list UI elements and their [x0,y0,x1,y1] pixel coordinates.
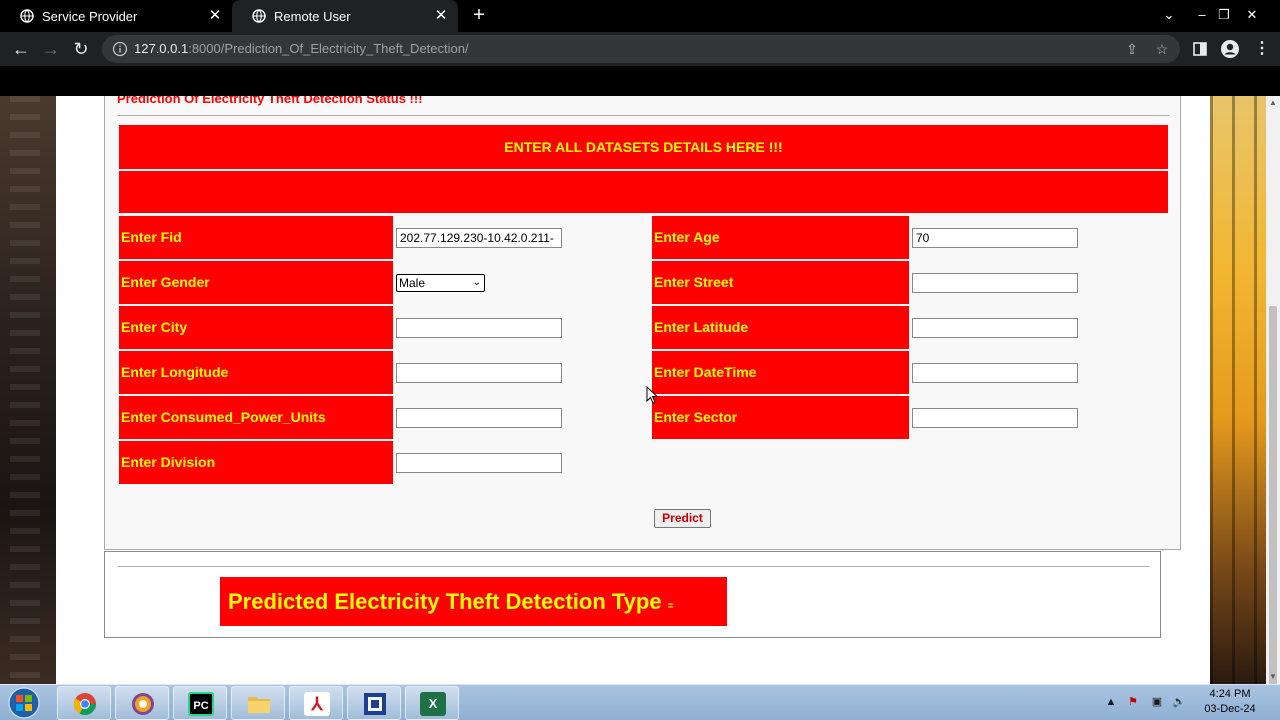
form-header: ENTER ALL DATASETS DETAILS HERE !!! [119,125,1168,169]
taskbar-pycharm[interactable]: PC [173,686,227,720]
predict-button[interactable]: Predict [654,509,711,528]
datetime-label: Enter DateTime [652,351,909,394]
scroll-up-icon[interactable]: ▲ [1268,98,1278,108]
divider [117,115,1169,116]
forward-icon[interactable]: → [38,36,64,62]
age-label: Enter Age [652,216,909,259]
bookmark-star-icon[interactable]: ☆ [1152,39,1172,59]
new-tab-button[interactable]: + [468,4,490,26]
city-label: Enter City [119,306,393,349]
latitude-input[interactable] [912,318,1078,338]
tab-label: Service Provider [42,8,138,24]
tor-browser-icon [132,693,154,715]
street-label: Enter Street [652,261,909,304]
volume-muted-icon[interactable]: 🔈 [1170,693,1188,711]
form-header-spacer [119,171,1168,213]
chevron-down-icon: ⌄ [472,277,481,288]
clock-time: 4:24 PM [1209,688,1251,700]
acrobat-icon: ⅄ [304,692,330,716]
page-viewport: Prediction Of Electricity Theft Detectio… [0,96,1280,684]
taskbar-chrome[interactable] [57,686,111,720]
result-box: Predicted Electricity Theft Detection Ty… [220,577,727,626]
page-scrollbar[interactable]: ▲ ▼ [1266,96,1280,684]
fid-label: Enter Fid [119,216,393,259]
browser-toolbar: ← → ↻ 127.0.0.1:8000/Prediction_Of_Elect… [0,32,1280,66]
reload-icon[interactable]: ↻ [68,36,94,62]
sector-input[interactable] [912,408,1078,428]
scroll-down-icon[interactable]: ▼ [1268,672,1278,682]
page-content: Prediction Of Electricity Theft Detectio… [56,96,1210,684]
url-path: :8000/Prediction_Of_Electricity_Theft_De… [188,41,469,56]
side-panel-icon[interactable] [1188,37,1212,61]
tab-strip: Service Provider ✕ Remote User ✕ + ⌄ – ❐… [0,0,1280,32]
toolbar-divider [0,66,1280,96]
prediction-result-panel: Predicted Electricity Theft Detection Ty… [104,551,1161,638]
minimize-icon[interactable]: – [1192,0,1212,32]
address-bar[interactable]: 127.0.0.1:8000/Prediction_Of_Electricity… [102,35,1180,63]
close-tab-icon[interactable]: ✕ [432,7,450,25]
back-icon[interactable]: ← [8,36,34,62]
menu-kebab-icon[interactable]: ⋮ [1250,37,1274,61]
action-center-icon[interactable]: ⚑ [1124,693,1142,711]
windows-start-icon[interactable] [4,686,44,720]
latitude-label: Enter Latitude [652,306,909,349]
longitude-label: Enter Longitude [119,351,393,394]
folder-icon [248,697,270,713]
sector-label: Enter Sector [652,396,909,439]
close-tab-icon[interactable]: ✕ [206,7,224,25]
system-clock[interactable]: 4:24 PM 03-Dec-24 [1196,687,1264,717]
division-label: Enter Division [119,441,393,484]
network-icon[interactable]: ▣ [1148,693,1166,711]
city-input[interactable] [396,318,562,338]
share-icon[interactable]: ⇪ [1122,39,1142,59]
prediction-form-panel: Prediction Of Electricity Theft Detectio… [104,96,1181,550]
globe-icon [252,9,266,23]
restore-icon[interactable]: ❐ [1214,0,1234,32]
tab-label: Remote User [274,8,351,24]
mouse-pointer-icon [646,386,658,404]
taskbar-excel[interactable]: X [405,686,459,720]
fid-input[interactable] [396,228,562,248]
chrome-icon [74,693,96,715]
divider [117,566,1149,567]
taskbar-file-explorer[interactable] [231,686,285,720]
info-icon[interactable] [112,41,128,57]
taskbar-acrobat[interactable]: ⅄ [289,686,343,720]
excel-icon: X [420,692,446,716]
longitude-input[interactable] [396,363,562,383]
result-label: Predicted Electricity Theft Detection Ty… [228,589,662,614]
gender-label: Enter Gender [119,261,393,304]
taskbar-tor-browser[interactable] [115,686,169,720]
result-value: = [667,601,674,612]
windows-taskbar: PC ⅄ X ▲ ⚑ ▣ 🔈 4:24 PM 03-Dec-24 [0,684,1280,720]
consumed-power-units-input[interactable] [396,408,562,428]
street-input[interactable] [912,273,1078,293]
profile-avatar-icon[interactable] [1218,37,1242,61]
show-hidden-icons[interactable]: ▲ [1102,693,1120,711]
background-image-right [1210,96,1266,684]
age-input[interactable] [912,228,1078,248]
pycharm-icon: PC [188,692,214,716]
division-input[interactable] [396,453,562,473]
taskbar-app-window[interactable] [347,686,401,720]
consumed-power-units-label: Enter Consumed_Power_Units [119,396,393,439]
gender-select[interactable]: Male ⌄ [396,274,485,292]
scrollbar-thumb[interactable] [1269,306,1277,684]
gender-selected-value: Male [399,276,426,290]
globe-icon [20,9,34,23]
clock-date: 03-Dec-24 [1204,703,1256,715]
url-text[interactable]: 127.0.0.1:8000/Prediction_Of_Electricity… [134,41,469,56]
app-window-icon [364,693,386,715]
tab-remote-user[interactable]: Remote User ✕ [232,0,458,32]
background-image-left [0,96,56,684]
tab-service-provider[interactable]: Service Provider ✕ [0,0,232,32]
close-window-icon[interactable]: ✕ [1240,0,1264,32]
datetime-input[interactable] [912,363,1078,383]
status-title: Prediction Of Electricity Theft Detectio… [117,96,423,106]
url-host: 127.0.0.1 [134,41,189,56]
tab-search-chevron-icon[interactable]: ⌄ [1158,0,1180,32]
